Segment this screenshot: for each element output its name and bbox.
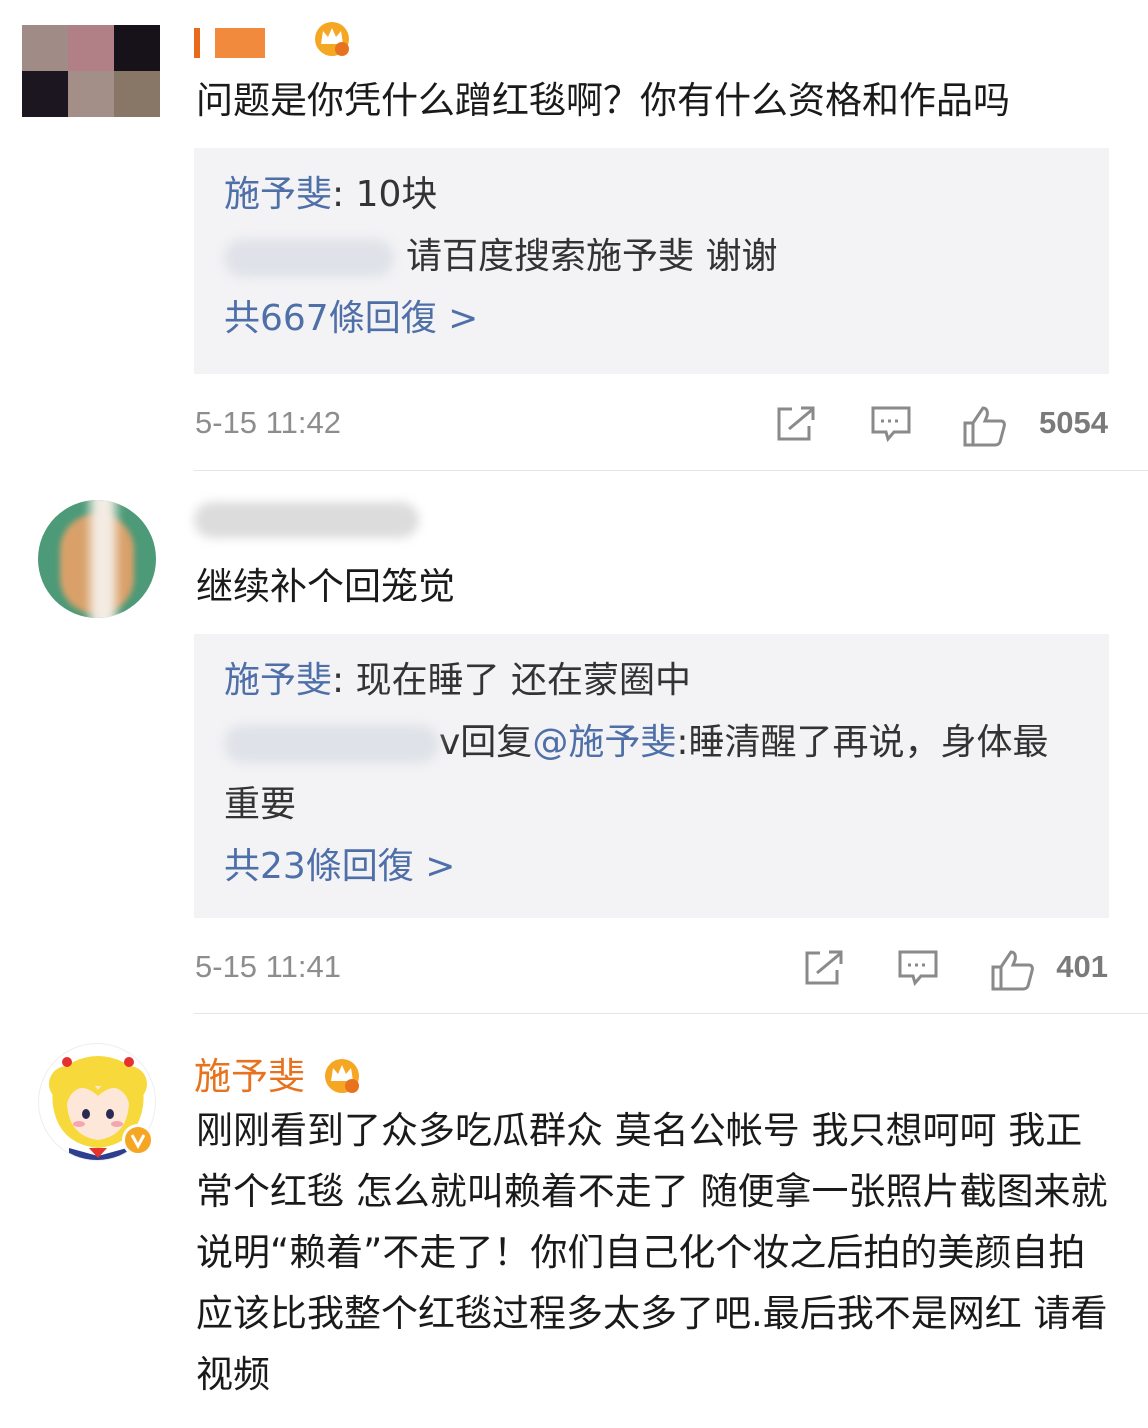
like-icon[interactable] xyxy=(990,949,1034,995)
like-count[interactable]: 401 xyxy=(1056,949,1108,985)
avatar[interactable] xyxy=(22,25,160,117)
reply-author[interactable]: 施予斐 xyxy=(224,174,332,215)
comment-meta: 5-15 11:42 5054 xyxy=(195,405,1108,447)
reply-line: v回复@施予斐:睡清醒了再说，身体最重要 xyxy=(224,712,1079,836)
reply-line: 施予斐: 10块 xyxy=(224,164,1079,226)
verified-icon xyxy=(122,1124,154,1156)
timestamp: 5-15 11:42 xyxy=(195,405,341,440)
reply-text: 10块 xyxy=(355,174,438,215)
reply-line: 请百度搜索施予斐 谢谢 xyxy=(224,226,1079,288)
view-replies-link[interactable]: 共23條回復 > xyxy=(224,836,1079,898)
reply-line: 施予斐: 现在睡了 还在蒙圈中 xyxy=(224,650,1079,712)
username-text: 施予斐 xyxy=(194,1055,305,1098)
comment-icon[interactable] xyxy=(870,405,912,447)
comment-text: 刚刚看到了众多吃瓜群众 莫名公帐号 我只想呵呵 我正常个红毯 怎么就叫赖着不走了… xyxy=(196,1109,1108,1396)
like-icon[interactable] xyxy=(962,405,1006,451)
share-icon[interactable] xyxy=(803,949,845,991)
reply-box[interactable]: 施予斐: 现在睡了 还在蒙圈中 v回复@施予斐:睡清醒了再说，身体最重要 共23… xyxy=(194,634,1109,918)
comment-meta: 5-15 11:41 401 xyxy=(195,949,1108,991)
username-redacted xyxy=(194,27,200,58)
comment-text: 继续补个回笼觉 xyxy=(196,565,455,608)
timestamp: 5-15 11:41 xyxy=(195,949,341,984)
divider xyxy=(194,470,1148,471)
reply-text: 现在睡了 还在蒙圈中 xyxy=(355,660,692,701)
username[interactable] xyxy=(194,498,419,538)
comment-text: 问题是你凭什么蹭红毯啊？你有什么资格和作品吗 xyxy=(196,79,1010,122)
reply-box[interactable]: 施予斐: 10块 请百度搜索施予斐 谢谢 共667條回復 > xyxy=(194,148,1109,374)
username-redacted xyxy=(214,27,265,58)
reply-text: 请百度搜索施予斐 谢谢 xyxy=(406,236,778,277)
crown-badge-icon xyxy=(322,1055,362,1104)
redacted-username xyxy=(224,239,394,277)
username[interactable]: 施予斐 xyxy=(194,1046,362,1104)
redacted-username xyxy=(224,725,439,763)
reply-separator: : xyxy=(332,660,356,701)
comment-icon[interactable] xyxy=(897,949,939,991)
reply-prefix: v回复 xyxy=(439,722,533,763)
divider xyxy=(194,1013,1148,1014)
username[interactable] xyxy=(194,18,352,58)
reply-author[interactable]: 施予斐 xyxy=(224,660,332,701)
share-icon[interactable] xyxy=(775,405,817,447)
avatar[interactable] xyxy=(38,500,156,618)
like-count[interactable]: 5054 xyxy=(1039,405,1108,441)
redacted-username xyxy=(194,501,419,538)
crown-badge-icon xyxy=(312,18,352,67)
reply-separator: : xyxy=(332,174,356,215)
mention-link[interactable]: @施予斐 xyxy=(532,722,676,763)
view-replies-link[interactable]: 共667條回復 > xyxy=(224,288,1079,350)
